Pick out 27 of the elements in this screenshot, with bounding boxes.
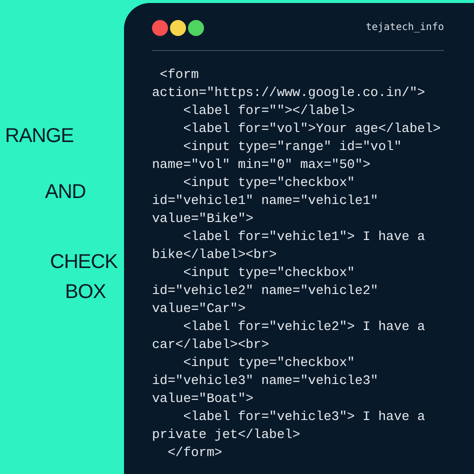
- code-line: <input type="checkbox": [182, 354, 355, 372]
- headline-word: CHECK: [50, 250, 119, 274]
- headline-word: AND: [45, 180, 87, 204]
- code-line: car</label><br>: [152, 336, 270, 354]
- headline-word: RANGE: [5, 124, 75, 148]
- code-line: <label for="vol">Your age</label>: [182, 120, 441, 138]
- code-line: <input type="range" id="vol": [182, 138, 402, 156]
- code-line: id="vehicle1" name="vehicle1": [152, 192, 378, 210]
- code-line: bike</label><br>: [152, 246, 277, 264]
- code-line: <input type="checkbox": [182, 174, 355, 192]
- code-line: id="vehicle2" name="vehicle2": [152, 282, 378, 300]
- code-line: <label for="vehicle1"> I have a: [182, 228, 426, 246]
- code-line: <input type="checkbox": [182, 264, 355, 282]
- code-line: <form: [158, 66, 199, 84]
- code-line: value="Bike">: [152, 210, 254, 228]
- code-line: name="vol" min="0" max="50">: [152, 156, 370, 174]
- code-line: <label for=""></label>: [182, 102, 355, 120]
- code-line: value="Car">: [152, 300, 246, 318]
- code-line: action="https://www.google.co.in/">: [152, 84, 426, 102]
- code-line: </form>: [166, 444, 222, 462]
- code-line: private jet</label>: [152, 426, 300, 444]
- headline-word: BOX: [65, 280, 107, 304]
- code-line: <label for="vehicle3"> I have a: [182, 408, 426, 426]
- account-handle: tejatech_info: [366, 21, 444, 35]
- code-line: <label for="vehicle2"> I have a: [182, 318, 426, 336]
- code-line: value="Boat">: [152, 390, 254, 408]
- code-line: id="vehicle3" name="vehicle3": [152, 372, 378, 390]
